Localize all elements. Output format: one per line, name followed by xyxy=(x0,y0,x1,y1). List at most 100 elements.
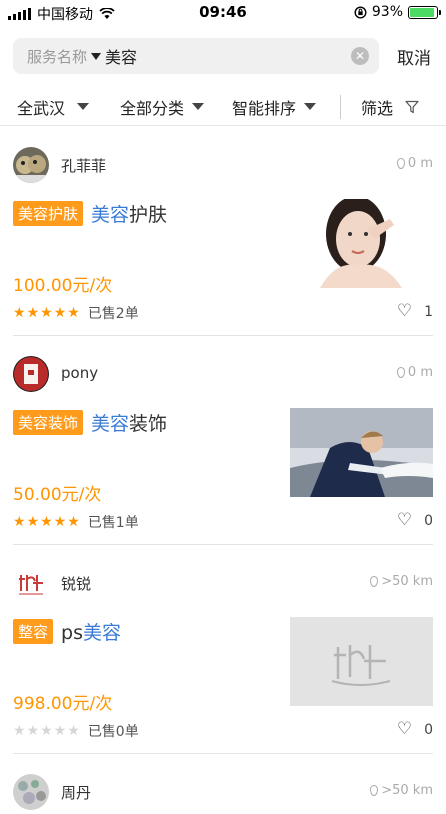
star-icon: ★ xyxy=(67,305,80,321)
filter-screen-label: 筛选 xyxy=(361,98,394,118)
sold-count: 已售0单 xyxy=(87,724,139,740)
like-button[interactable]: ♡ 0 xyxy=(397,721,433,738)
shop-name: pony xyxy=(61,364,99,382)
like-count: 1 xyxy=(424,303,433,320)
filter-category-label: 全部分类 xyxy=(120,98,185,118)
shop-name: 周丹 xyxy=(61,784,92,802)
star-icon: ★ xyxy=(26,305,40,321)
like-count: 0 xyxy=(424,721,433,738)
battery-percent: 93% xyxy=(371,4,403,20)
like-button[interactable]: ♡ 1 xyxy=(397,303,433,320)
service-list: 孔菲菲 0 m 美容护肤 美容护肤 100.00元/次 ★ ★ ★ ★ ★ 已售2单 xyxy=(0,127,446,814)
filter-funnel-icon xyxy=(405,100,419,113)
service-title: 美容装饰 xyxy=(91,409,167,436)
service-title: 美容护肤 xyxy=(91,200,167,227)
star-icon: ★ xyxy=(13,514,26,530)
location-pin-icon xyxy=(396,158,405,169)
caret-down-icon[interactable] xyxy=(91,52,102,60)
status-bar: 中国移动 09:46 93% xyxy=(0,0,446,26)
title-row: 整容 ps美容 xyxy=(13,618,121,645)
rating-stars: ★ ★ ★ ★ ★ xyxy=(13,724,80,738)
avatar xyxy=(13,774,49,810)
star-icon: ★ xyxy=(13,723,26,739)
title-prefix: ps xyxy=(61,622,83,644)
rating-stars: ★ ★ ★ ★ ★ xyxy=(13,515,80,529)
avatar xyxy=(13,356,49,392)
heart-icon: ♡ xyxy=(396,719,413,739)
dropdown-arrow-icon xyxy=(77,103,90,110)
service-image xyxy=(290,199,433,288)
heart-icon: ♡ xyxy=(396,510,413,530)
filter-bar: 全武汉 全部分类 智能排序 筛选 xyxy=(0,88,446,126)
list-item[interactable]: 周丹 >50 km xyxy=(13,754,433,814)
star-icon: ★ xyxy=(40,514,53,530)
service-image xyxy=(290,617,433,706)
filter-region-label: 全武汉 xyxy=(17,98,66,118)
title-highlight: 美容 xyxy=(91,413,130,435)
avatar xyxy=(13,147,49,183)
distance-value: 0 m xyxy=(407,156,433,171)
star-icon: ★ xyxy=(67,723,80,739)
meta-row: ★ ★ ★ ★ ★ 已售0单 xyxy=(13,721,139,741)
star-icon: ★ xyxy=(26,514,40,530)
title-highlight: 美容 xyxy=(91,204,130,226)
search-type-selector[interactable]: 服务名称 xyxy=(27,46,87,67)
distance: 0 m xyxy=(396,156,433,171)
star-icon: ★ xyxy=(53,723,67,739)
star-icon: ★ xyxy=(67,514,80,530)
meta-row: ★ ★ ★ ★ ★ 已售1单 xyxy=(13,512,139,532)
star-icon: ★ xyxy=(40,723,53,739)
location-pin-icon xyxy=(396,367,405,378)
shop-name: 锐锐 xyxy=(61,575,92,593)
cancel-button[interactable]: 取消 xyxy=(397,44,431,69)
category-tag: 美容护肤 xyxy=(13,201,84,226)
filter-screen[interactable]: 筛选 xyxy=(361,95,419,119)
distance-value: >50 km xyxy=(381,574,433,589)
dropdown-arrow-icon xyxy=(304,103,317,110)
category-tag: 整容 xyxy=(13,619,54,644)
search-box: 服务名称 ✕ xyxy=(13,38,379,74)
price: 998.00元/次 xyxy=(13,694,113,714)
heart-icon: ♡ xyxy=(396,301,413,321)
lock-rotation-icon xyxy=(354,5,367,19)
filter-sort[interactable]: 智能排序 xyxy=(232,95,317,119)
sold-count: 已售2单 xyxy=(87,306,139,322)
distance: 0 m xyxy=(396,365,433,380)
price: 100.00元/次 xyxy=(13,276,113,296)
title-row: 美容护肤 美容护肤 xyxy=(13,200,167,227)
search-row: 服务名称 ✕ 取消 xyxy=(13,38,446,74)
distance-value: >50 km xyxy=(381,783,433,798)
location-pin-icon xyxy=(370,785,379,796)
service-image xyxy=(290,408,433,497)
like-button[interactable]: ♡ 0 xyxy=(397,512,433,529)
list-item[interactable]: 孔菲菲 0 m 美容护肤 美容护肤 100.00元/次 ★ ★ ★ ★ ★ 已售2单 xyxy=(13,127,433,336)
clear-icon[interactable]: ✕ xyxy=(351,47,369,65)
star-icon: ★ xyxy=(26,723,40,739)
battery-icon xyxy=(408,5,441,19)
filter-region[interactable]: 全武汉 xyxy=(17,95,90,119)
title-rest: 护肤 xyxy=(129,204,168,226)
filter-sort-label: 智能排序 xyxy=(232,98,297,118)
avatar xyxy=(13,565,49,601)
filter-category[interactable]: 全部分类 xyxy=(120,95,205,119)
search-input[interactable] xyxy=(105,46,351,66)
distance-value: 0 m xyxy=(407,365,433,380)
shop-name: 孔菲菲 xyxy=(61,157,107,175)
location-pin-icon xyxy=(370,576,379,587)
list-item[interactable]: 锐锐 >50 km 整容 ps美容 998.00元/次 ★ ★ ★ ★ ★ 已售0单 ♡… xyxy=(13,545,433,754)
like-count: 0 xyxy=(424,512,433,529)
distance: >50 km xyxy=(370,574,433,589)
star-icon: ★ xyxy=(53,514,67,530)
category-tag: 美容装饰 xyxy=(13,410,84,435)
title-highlight: 美容 xyxy=(82,622,121,644)
star-icon: ★ xyxy=(40,305,53,321)
meta-row: ★ ★ ★ ★ ★ 已售2单 xyxy=(13,303,139,323)
service-title: ps美容 xyxy=(61,618,121,645)
title-row: 美容装饰 美容装饰 xyxy=(13,409,167,436)
filter-divider xyxy=(340,94,341,119)
distance: >50 km xyxy=(370,783,433,798)
list-item[interactable]: pony 0 m 美容装饰 美容装饰 50.00元/次 ★ ★ ★ ★ ★ 已售1单 xyxy=(13,336,433,545)
star-icon: ★ xyxy=(13,305,26,321)
sold-count: 已售1单 xyxy=(87,515,139,531)
price: 50.00元/次 xyxy=(13,485,102,505)
